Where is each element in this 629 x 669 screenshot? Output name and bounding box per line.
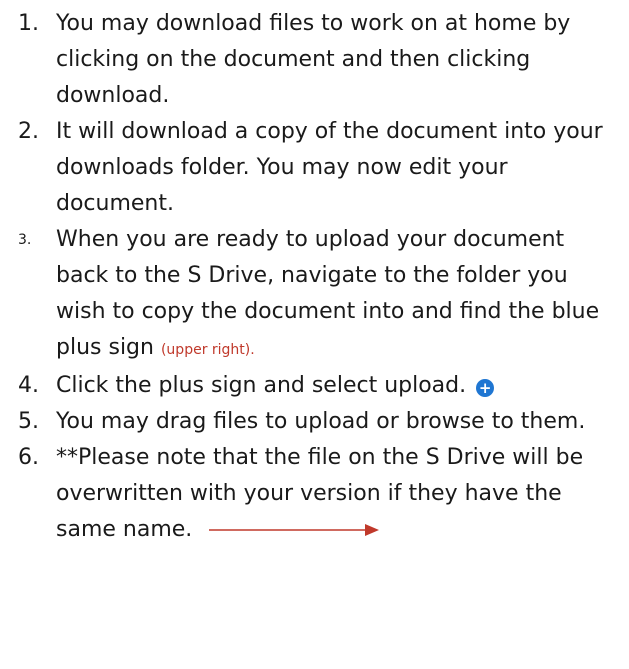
- step-number: 2.: [18, 119, 39, 144]
- list-item: 6. **Please note that the file on the S …: [18, 440, 618, 548]
- step-text: When you are ready to upload your docume…: [56, 227, 600, 360]
- list-item: 2. It will download a copy of the docume…: [18, 114, 618, 222]
- list-item: 3. When you are ready to upload your doc…: [18, 222, 618, 368]
- right-arrow-icon: [209, 524, 380, 536]
- list-item: 1. You may download files to work on at …: [18, 6, 618, 114]
- step-number: 4.: [18, 373, 39, 398]
- plus-circle-icon: +: [476, 379, 495, 397]
- step-number: 5.: [18, 409, 39, 434]
- list-item: 5. You may drag files to upload or brows…: [18, 404, 618, 440]
- step-text: It will download a copy of the document …: [56, 119, 603, 216]
- location-note: (upper right).: [160, 342, 255, 358]
- step-number: 3.: [18, 232, 32, 248]
- step-number: 6.: [18, 445, 39, 470]
- step-text: You may drag files to upload or browse t…: [56, 409, 586, 434]
- instructions-document: 1. You may download files to work on at …: [0, 0, 629, 669]
- step-number: 1.: [18, 11, 39, 36]
- steps-list: 1. You may download files to work on at …: [18, 6, 618, 548]
- list-item: 4. Click the plus sign and select upload…: [18, 368, 618, 404]
- step-text: You may download files to work on at hom…: [56, 11, 571, 108]
- step-text: Click the plus sign and select upload.: [56, 373, 467, 398]
